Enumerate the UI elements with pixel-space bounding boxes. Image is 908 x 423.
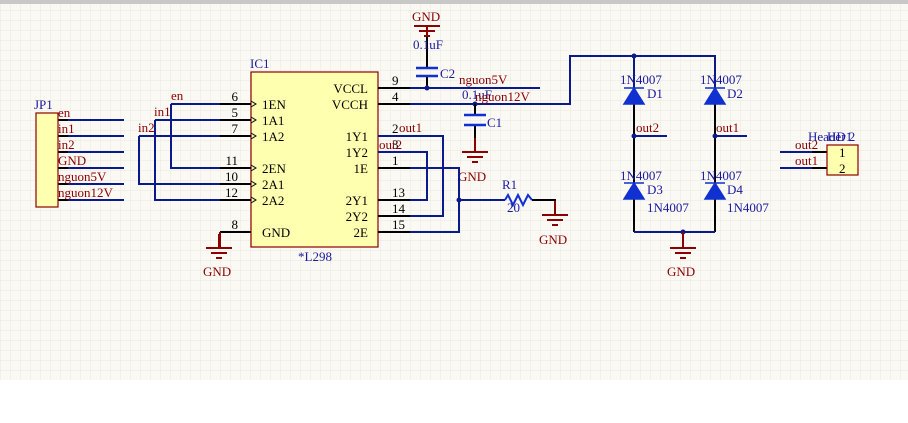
r1-value: 20 xyxy=(507,200,520,215)
net-label-out1: out1 xyxy=(716,120,739,135)
ic1-pin-name: 1E xyxy=(354,161,369,176)
ic1-designator: IC1 xyxy=(250,56,270,71)
ic1-pin-number: 2 xyxy=(392,121,399,136)
d4-designator: D4 xyxy=(727,182,743,197)
c2-value: 0.1uF xyxy=(413,37,443,52)
jp1-net-label: nguon12V xyxy=(58,185,114,200)
jp1-body xyxy=(35,112,59,208)
net-label-out1: out1 xyxy=(399,120,422,135)
net-label-en: en xyxy=(171,88,184,103)
ic1-pin-name: 1Y1 xyxy=(346,129,368,144)
ic1-pin-number: 13 xyxy=(392,185,405,200)
gnd-label: GND xyxy=(203,264,231,279)
ic1-pin-number: 5 xyxy=(232,105,239,120)
ic1-pin-number: 4 xyxy=(392,89,399,104)
c1-designator: C1 xyxy=(487,115,502,130)
schematic-sheet[interactable]: JP1 6en5in14in23GND2nguon5V1nguon12V en … xyxy=(0,0,908,423)
top-border xyxy=(0,0,908,4)
ic1-pin-number: 15 xyxy=(392,217,405,232)
gnd-label: GND xyxy=(458,169,486,184)
ic1-part: *L298 xyxy=(298,249,332,264)
net-label-in1: in1 xyxy=(154,104,171,119)
jp1-net-label: in2 xyxy=(58,137,75,152)
r1-designator: R1 xyxy=(502,177,517,192)
ic1-pin-number: 11 xyxy=(225,153,238,168)
ic1-pin-name: 2Y1 xyxy=(346,193,368,208)
d2-value: 1N4007 xyxy=(700,72,742,87)
ic1-pin-name: 2Y2 xyxy=(346,209,368,224)
jp1-net-label: in1 xyxy=(58,121,75,136)
ic1-pin-name: 1Y2 xyxy=(346,145,368,160)
ic1-pin-number: 10 xyxy=(225,169,238,184)
d2-designator: D2 xyxy=(727,86,743,101)
ic1-pin-number: 8 xyxy=(232,217,239,232)
gnd-label: GND xyxy=(412,9,440,24)
d1-designator: D1 xyxy=(647,86,663,101)
gnd-label: GND xyxy=(667,264,695,279)
ic1-pin-number: 1 xyxy=(392,153,399,168)
ic1-pin-name: GND xyxy=(262,225,290,240)
jp1-designator: JP1 xyxy=(34,97,53,112)
d3-value: 1N4007 xyxy=(620,168,662,183)
net-label-nguon5v: nguon5V xyxy=(459,72,508,87)
ic1-pin-name: 1EN xyxy=(262,97,286,112)
ic1-pin-name: 2A1 xyxy=(262,177,284,192)
net-label-out1: out1 xyxy=(795,153,818,168)
net-label-out2: out2 xyxy=(795,137,818,152)
net-label-nguon12v: nguon12V xyxy=(475,89,531,104)
schematic-editor: JP1 6en5in14in23GND2nguon5V1nguon12V en … xyxy=(0,0,908,423)
ic1-pin-name: VCCL xyxy=(333,81,368,96)
ic1-pin-number: 14 xyxy=(392,201,406,216)
ic1-pin-name: 2EN xyxy=(262,161,286,176)
d4-comment: 1N4007 xyxy=(727,200,769,215)
jp1-net-label: nguon5V xyxy=(58,169,107,184)
ic1-pin-number: 7 xyxy=(232,121,239,136)
d1-value: 1N4007 xyxy=(620,72,662,87)
ic1-pin-number: 9 xyxy=(392,73,399,88)
hd1-designator: HD1 xyxy=(827,129,852,144)
d4-value: 1N4007 xyxy=(700,168,742,183)
net-label-out2: out2 xyxy=(636,120,659,135)
ic1-pin-name: 2E xyxy=(354,225,369,240)
d3-comment: 1N4007 xyxy=(647,200,689,215)
ic1-pin-name: 1A2 xyxy=(262,129,284,144)
net-label-out2: out2 xyxy=(379,137,402,152)
d3-designator: D3 xyxy=(647,182,663,197)
hd1-pin-2: 2 xyxy=(839,161,846,176)
c2-designator: C2 xyxy=(440,66,455,81)
ic1-pin-number: 6 xyxy=(232,89,239,104)
ic1-pin-name: VCCH xyxy=(332,97,368,112)
ic1-pin-number: 12 xyxy=(225,185,238,200)
hd1-pin-1: 1 xyxy=(839,145,846,160)
net-label-in2: in2 xyxy=(138,120,155,135)
ic1-pin-name: 1A1 xyxy=(262,113,284,128)
jp1-net-label: GND xyxy=(58,153,86,168)
grid xyxy=(0,4,908,380)
ic1-pin-name: 2A2 xyxy=(262,193,284,208)
gnd-label: GND xyxy=(539,232,567,247)
jp1-net-label: en xyxy=(58,105,71,120)
